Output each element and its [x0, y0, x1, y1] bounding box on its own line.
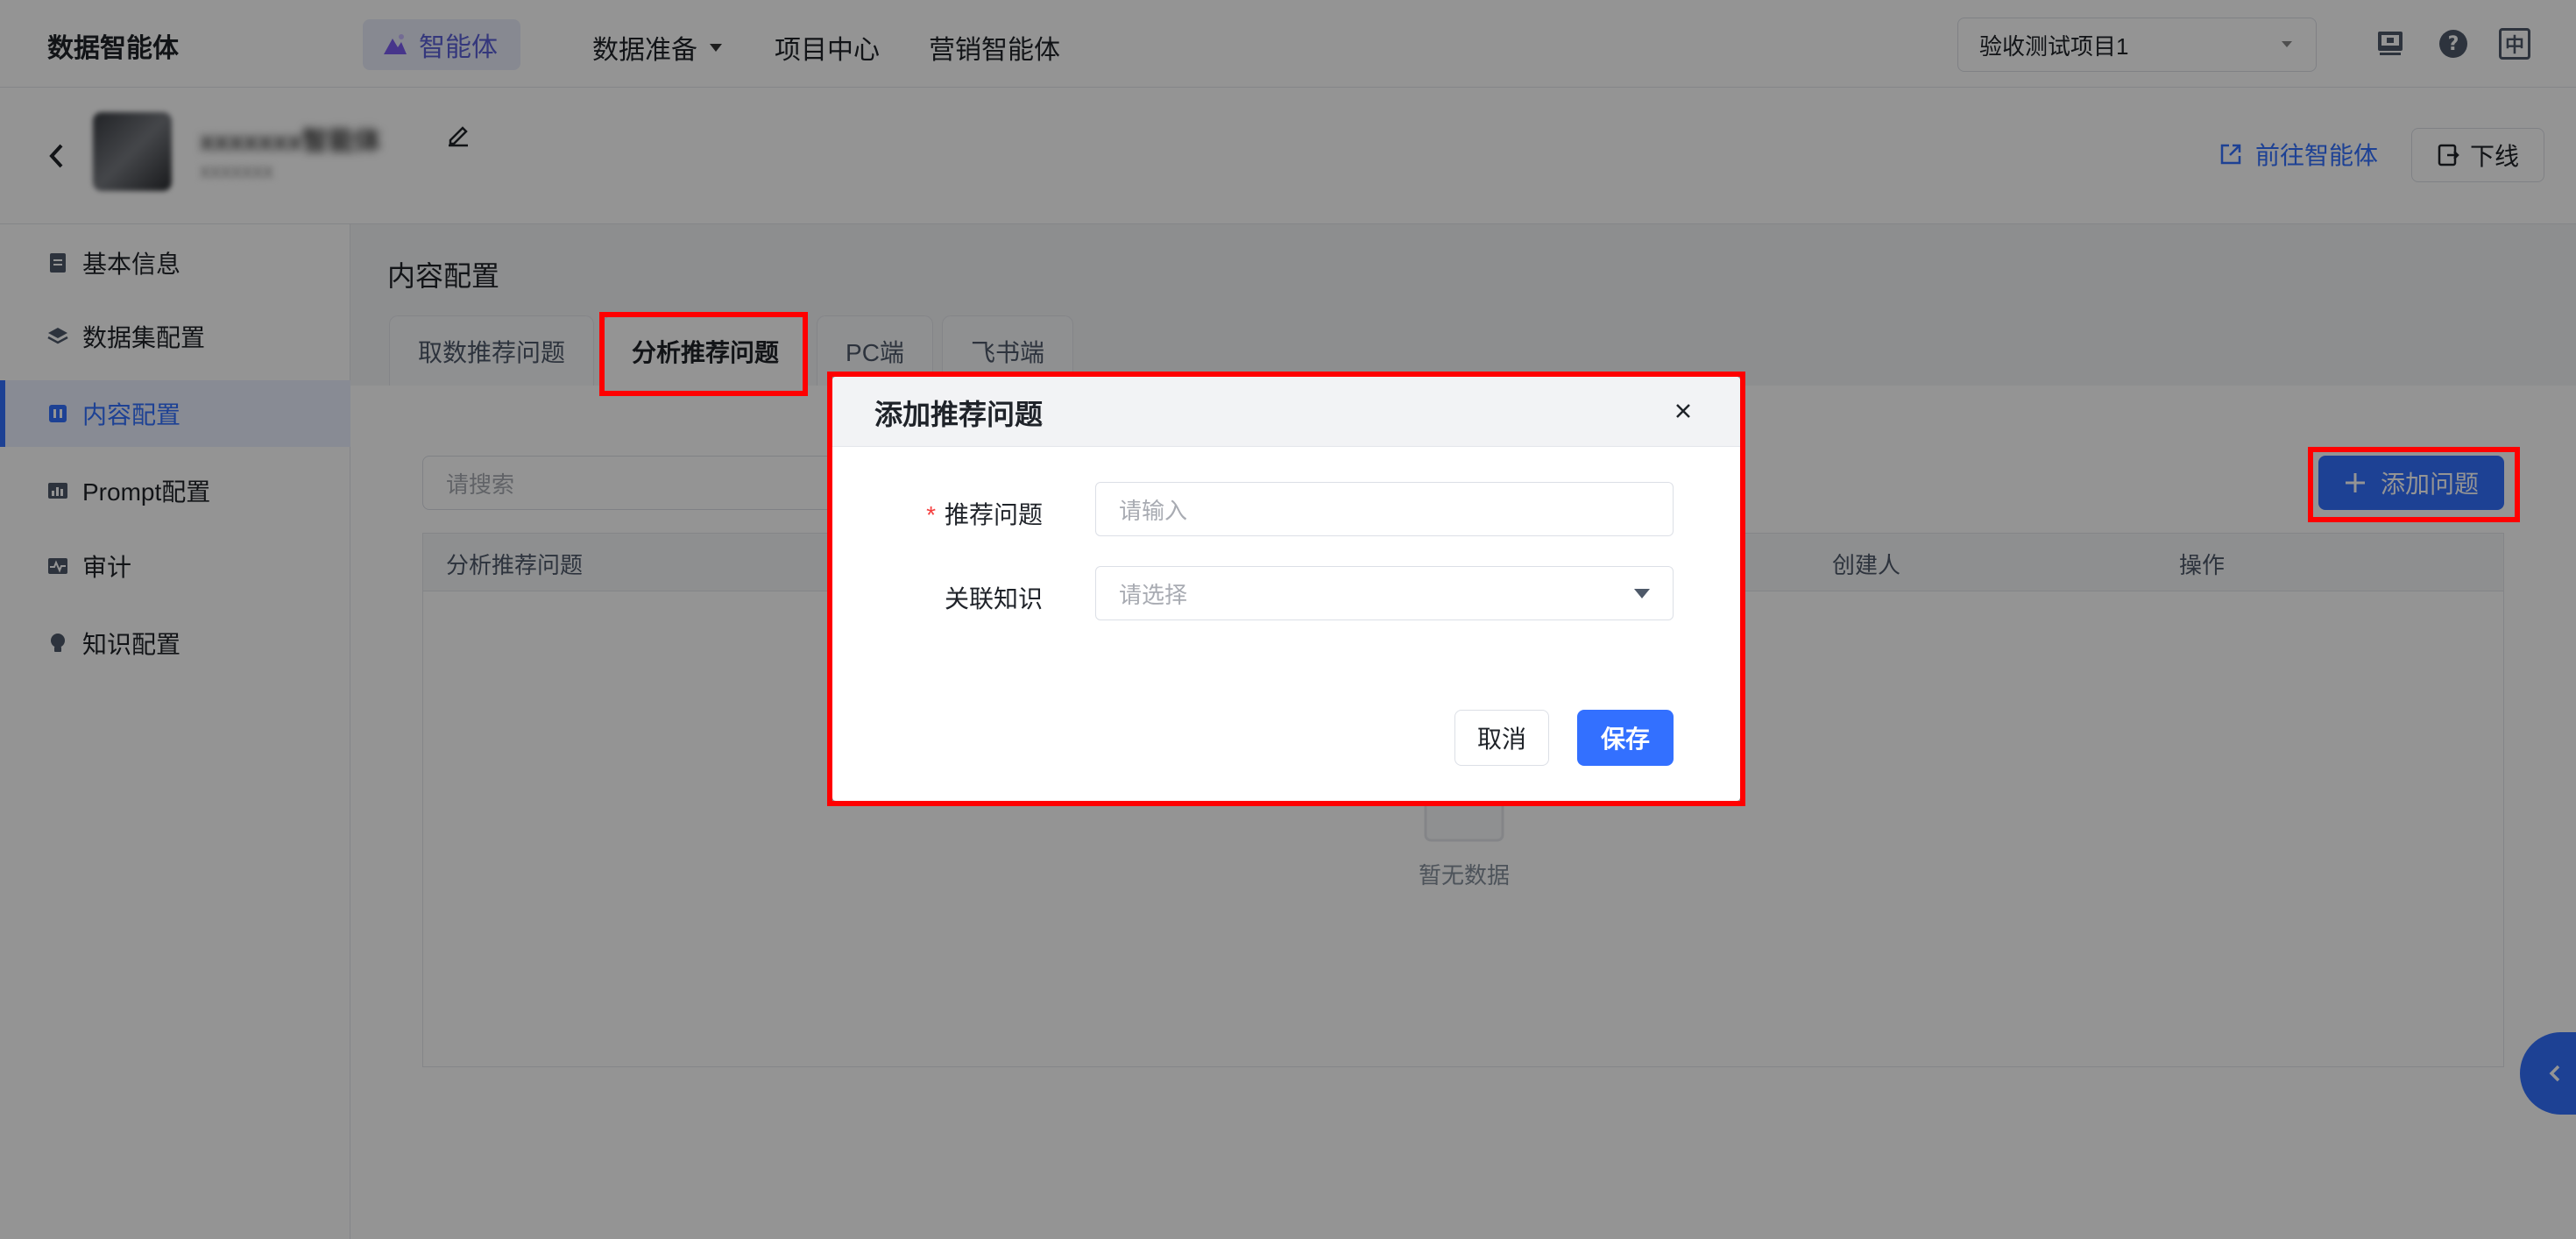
modal-header: 添加推荐问题	[832, 377, 1740, 447]
field-label-question-text: 推荐问题	[944, 501, 1043, 528]
required-mark: *	[926, 501, 936, 528]
question-input-placeholder: 请输入	[1119, 497, 1188, 524]
highlight-add-button-box	[2308, 447, 2520, 522]
save-button[interactable]: 保存	[1577, 710, 1674, 766]
cancel-button[interactable]: 取消	[1454, 710, 1549, 766]
modal-title: 添加推荐问题	[874, 399, 1044, 430]
field-label-question: * 推荐问题	[832, 496, 1043, 531]
question-input[interactable]: 请输入	[1095, 482, 1674, 536]
field-label-knowledge-text: 关联知识	[944, 585, 1043, 612]
add-question-modal: 添加推荐问题 * 推荐问题 请输入 关联知识 请选择 取消 保存	[832, 377, 1740, 801]
field-label-knowledge: 关联知识	[832, 580, 1043, 615]
knowledge-select[interactable]: 请选择	[1095, 566, 1674, 620]
knowledge-select-placeholder: 请选择	[1119, 581, 1188, 608]
highlight-tab-box	[599, 312, 808, 396]
caret-down-icon	[1634, 588, 1650, 598]
close-icon[interactable]	[1670, 398, 1696, 424]
